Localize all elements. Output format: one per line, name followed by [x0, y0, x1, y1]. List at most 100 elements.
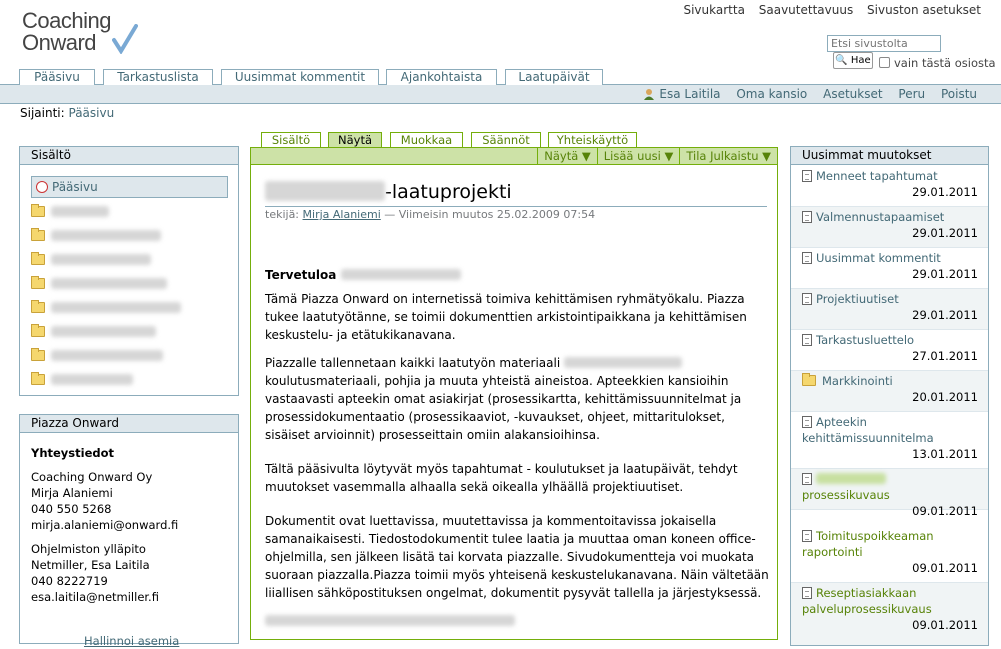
search-section-option[interactable]: vain tästä osiosta: [879, 56, 996, 70]
nav-item-folder[interactable]: [31, 250, 151, 272]
search-button[interactable]: 🔍 Hae: [833, 52, 873, 69]
welcome-heading: Tervetuloa: [265, 266, 770, 284]
site-logo[interactable]: Coaching Onward: [22, 8, 138, 55]
search-button-label: Hae: [850, 55, 871, 66]
my-folder-link[interactable]: Oma kansio: [736, 87, 807, 101]
tab-ajankohtaista[interactable]: Ajankohtaista: [386, 69, 497, 85]
recent-item-link[interactable]: prosessikuvaus: [802, 472, 890, 502]
recent-item-label: prosessikuvaus: [802, 488, 890, 502]
recent-item-label: Toimituspoikkeaman raportointi: [802, 529, 934, 559]
content-actions: Näytä ▼ Lisää uusi ▼ Tila Julkaistu ▼: [250, 147, 778, 164]
recent-item[interactable]: Markkinointi 20.01.2011: [791, 371, 988, 412]
nav-item-folder[interactable]: [31, 226, 161, 248]
section-only-label: vain tästä osiosta: [894, 56, 996, 70]
breadcrumb-label: Sijainti:: [20, 106, 65, 120]
recent-item[interactable]: Menneet tapahtumat 29.01.2011: [791, 166, 988, 207]
recent-item[interactable]: Valmennustapaamiset 29.01.2011: [791, 207, 988, 248]
recent-item-link[interactable]: Toimituspoikkeaman raportointi: [802, 529, 934, 559]
recent-item-link[interactable]: Valmennustapaamiset: [802, 210, 944, 224]
tab-edit[interactable]: Muokkaa: [390, 132, 463, 148]
contact-phone: 040 550 5268: [31, 502, 112, 516]
recent-item-link[interactable]: Reseptiasiakkaan palveluprosessikuvaus: [802, 586, 932, 616]
site-settings-link[interactable]: Sivuston asetukset: [867, 3, 981, 17]
contact-title: Piazza Onward: [20, 415, 238, 433]
home-icon: [36, 181, 48, 193]
nav-item-folder[interactable]: [31, 274, 167, 296]
tab-paasivu[interactable]: Pääsivu: [19, 69, 95, 85]
section-only-checkbox[interactable]: [879, 57, 890, 68]
tab-sharing[interactable]: Yhteiskäyttö: [548, 132, 637, 148]
recent-item[interactable]: Reseptiasiakkaan palveluprosessikuvaus 09…: [791, 583, 988, 645]
recent-item-link[interactable]: Tarkastusluettelo: [802, 333, 914, 347]
page-icon: [802, 211, 812, 223]
contact-person: Mirja Alaniemi: [31, 486, 113, 500]
recent-item-label: Projektiuutiset: [816, 292, 899, 306]
checkmark-icon: [112, 24, 138, 54]
recent-item[interactable]: Uusimmat kommentit 29.01.2011: [791, 248, 988, 289]
add-new-menu[interactable]: Lisää uusi ▼: [596, 148, 680, 164]
accessibility-link[interactable]: Saavutettavuus: [759, 3, 853, 17]
logo-line2: Onward: [22, 30, 97, 55]
logo-line1: Coaching: [22, 8, 111, 33]
document-byline: tekijä: Mirja Alaniemi — Viimeisin muuto…: [265, 208, 595, 221]
nav-item-folder[interactable]: [31, 202, 109, 224]
recent-item-link[interactable]: Uusimmat kommentit: [802, 251, 941, 265]
recent-item-link[interactable]: Projektiuutiset: [802, 292, 899, 306]
contact-company: Coaching Onward Oy: [31, 470, 153, 484]
logout-link[interactable]: Poistu: [941, 87, 977, 101]
display-menu[interactable]: Näytä ▼: [537, 148, 597, 164]
tab-tarkastuslista[interactable]: Tarkastuslista: [103, 69, 213, 85]
author-link[interactable]: Mirja Alaniemi: [303, 208, 381, 221]
tab-uusimmat-kommentit[interactable]: Uusimmat kommentit: [221, 69, 379, 85]
page-icon: [802, 293, 812, 305]
document-icon: [802, 473, 812, 485]
document-icon: [802, 530, 812, 542]
recent-item[interactable]: prosessikuvaus 09.01.2011: [791, 469, 988, 518]
modified-date: — Viimeisin muutos 25.02.2009 07:54: [384, 208, 596, 221]
page-icon: [802, 334, 812, 346]
breadcrumb-home[interactable]: Pääsivu: [69, 106, 115, 120]
recent-item-label: Markkinointi: [822, 374, 893, 388]
recent-item[interactable]: Projektiuutiset 29.01.2011: [791, 289, 988, 330]
article-body: Tervetuloa Tämä Piazza Onward on interne…: [265, 266, 770, 640]
search-icon: 🔍: [835, 55, 848, 66]
nav-home-label: Pääsivu: [52, 180, 98, 194]
tab-laatupaivat[interactable]: Laatupäivät: [505, 69, 603, 85]
sitemap-link[interactable]: Sivukartta: [683, 3, 744, 17]
recent-item[interactable]: Tarkastusluettelo 27.01.2011: [791, 330, 988, 371]
maintenance-person: Netmiller, Esa Laitila: [31, 558, 150, 572]
nav-item-home[interactable]: Pääsivu: [31, 176, 228, 198]
user-name: Esa Laitila: [659, 87, 721, 101]
user-link[interactable]: Esa Laitila: [643, 87, 721, 101]
recent-item-date: 29.01.2011: [912, 267, 978, 281]
tab-contents[interactable]: Sisältö: [261, 132, 321, 148]
recent-item[interactable]: Apteekin kehittämissuunnitelma 13.01.2011: [791, 412, 988, 469]
recent-item-link[interactable]: Markkinointi: [802, 373, 893, 388]
recent-item-link[interactable]: Menneet tapahtumat: [802, 169, 938, 183]
paragraph-intro: Tämä Piazza Onward on internetissä toimi…: [265, 292, 747, 342]
site-actions: Sivukartta Saavutettavuus Sivuston asetu…: [673, 3, 981, 17]
undo-link[interactable]: Peru: [898, 87, 925, 101]
maintenance-phone: 040 8222719: [31, 574, 108, 588]
folder-icon: [31, 324, 45, 337]
nav-item-folder[interactable]: [31, 370, 133, 392]
recent-item-label: Tarkastusluettelo: [816, 333, 915, 347]
nav-item-folder[interactable]: [31, 298, 181, 320]
tab-rules[interactable]: Säännöt: [471, 132, 541, 148]
nav-item-folder[interactable]: [31, 346, 163, 368]
recent-item-label: Apteekin kehittämissuunnitelma: [802, 415, 934, 445]
main-content: -laatuprojekti tekijä: Mirja Alaniemi — …: [250, 164, 778, 640]
recent-item[interactable]: Toimituspoikkeaman raportointi 09.01.2011: [791, 526, 988, 583]
nav-item-folder[interactable]: [31, 322, 156, 344]
page-icon: [802, 170, 812, 182]
personal-bar: Esa Laitila Oma kansio Asetukset Peru Po…: [0, 85, 1001, 104]
recent-item-date: 13.01.2011: [912, 447, 978, 461]
folder-icon: [31, 300, 45, 313]
preferences-link[interactable]: Asetukset: [823, 87, 882, 101]
contact-heading: Yhteystiedot: [31, 446, 115, 460]
page-icon: [802, 252, 812, 264]
manage-portlets-link[interactable]: Hallinnoi asemia: [84, 633, 179, 649]
state-menu[interactable]: Tila Julkaistu ▼: [679, 148, 777, 164]
recent-item-link[interactable]: Apteekin kehittämissuunnitelma: [802, 415, 934, 445]
search-input[interactable]: [827, 35, 941, 52]
